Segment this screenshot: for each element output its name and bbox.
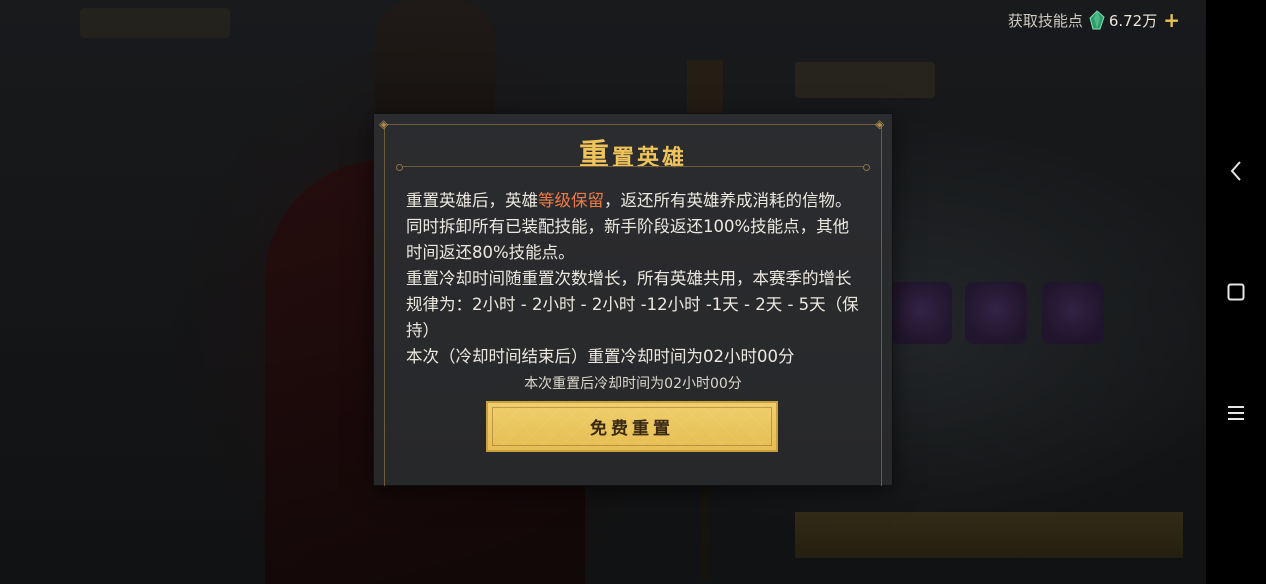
back-icon: [1230, 161, 1241, 181]
para1-text-a: 重置英雄后，英雄: [406, 191, 538, 210]
menu-icon: [1228, 406, 1244, 420]
menu-button[interactable]: [1224, 401, 1248, 425]
system-nav-bar: [1206, 0, 1266, 584]
skill-point-amount: 6.72万: [1108, 11, 1158, 30]
dialog-description: 重置英雄后，英雄等级保留，返还所有英雄养成消耗的信物。同时拆卸所有已装配技能，新…: [406, 188, 862, 370]
dialog-title: 重置英雄: [374, 130, 892, 174]
skill-point-counter: 获取技能点 6.72万 +: [1008, 8, 1180, 32]
description-para-1: 重置英雄后，英雄等级保留，返还所有英雄养成消耗的信物。同时拆卸所有已装配技能，新…: [406, 188, 862, 266]
title-divider: [396, 164, 870, 171]
corner-ornament-icon: ◈: [379, 117, 389, 131]
add-skill-point-button[interactable]: +: [1163, 10, 1180, 30]
description-para-2: 重置冷却时间随重置次数增长，所有英雄共用，本赛季的增长规律为：2小时 - 2小时…: [406, 269, 859, 340]
reset-hero-dialog: ◈ ◈ 重置英雄 重置英雄后，英雄等级保留，返还所有英雄养成消耗的信物。同时拆卸…: [374, 114, 892, 486]
dialog-title-first-char: 重: [578, 138, 612, 173]
skill-point-label: 获取技能点: [1007, 11, 1083, 30]
dialog-title-rest: 置英雄: [611, 145, 687, 171]
level-kept-highlight: 等级保留: [538, 191, 604, 210]
home-icon: [1227, 283, 1245, 301]
cooldown-note: 本次重置后冷却时间为02小时00分: [524, 376, 742, 392]
green-gem-icon: [1089, 10, 1105, 30]
home-button[interactable]: [1224, 280, 1248, 304]
corner-ornament-icon: ◈: [875, 117, 885, 131]
description-para-3: 本次（冷却时间结束后）重置冷却时间为02小时00分: [406, 347, 795, 366]
free-reset-button[interactable]: 免费重置: [486, 401, 778, 452]
free-reset-label: 免费重置: [590, 419, 674, 439]
back-button[interactable]: [1224, 159, 1248, 183]
